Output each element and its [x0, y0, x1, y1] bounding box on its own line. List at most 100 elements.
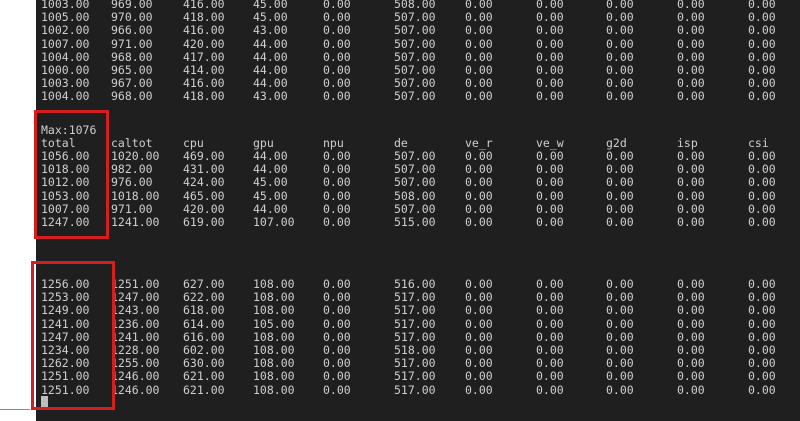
cell: 517.00	[394, 382, 436, 397]
cell: 108.00	[253, 277, 295, 291]
cell: 0.00	[748, 49, 776, 64]
cell: 0.00	[606, 23, 634, 38]
cell: 1241.00	[41, 316, 90, 331]
cell: 0.00	[606, 188, 634, 203]
cell: 982.00	[111, 162, 153, 177]
cell: 0.00	[677, 303, 705, 318]
cell: 0.00	[536, 382, 564, 397]
cell: 965.00	[111, 63, 153, 77]
cell: 616.00	[183, 329, 225, 344]
cell: 0.00	[323, 10, 351, 25]
cell: 517.00	[394, 303, 436, 318]
cell: 0.00	[748, 89, 776, 104]
cell: 0.00	[465, 303, 493, 318]
cell: 0.00	[748, 382, 776, 397]
cell: 0.00	[606, 201, 634, 216]
cell: 1247.00	[111, 290, 160, 305]
cell: 0.00	[677, 329, 705, 344]
cell: 0.00	[677, 290, 705, 305]
cell: 1020.00	[111, 149, 160, 163]
cell: 627.00	[183, 277, 225, 291]
cell: 507.00	[394, 162, 436, 177]
cell: 0.00	[323, 162, 351, 177]
cell: 108.00	[253, 303, 295, 318]
cell: 0.00	[677, 356, 705, 371]
cell: 507.00	[394, 10, 436, 25]
cell: 1002.00	[41, 23, 90, 38]
left-margin	[0, 0, 36, 421]
cell: 108.00	[253, 369, 295, 384]
cell: 0.00	[465, 63, 493, 77]
cell: 1007.00	[41, 201, 90, 216]
cell: 0.00	[677, 188, 705, 203]
cell: 465.00	[183, 188, 225, 203]
cell: 0.00	[748, 329, 776, 344]
cell: 44.00	[253, 162, 288, 177]
cell: 0.00	[465, 201, 493, 216]
cell: 0.00	[465, 49, 493, 64]
cell: 621.00	[183, 382, 225, 397]
cell: 44.00	[253, 201, 288, 216]
cell: 1246.00	[111, 382, 160, 397]
cell: 1056.00	[41, 149, 90, 163]
cell: 0.00	[606, 63, 634, 77]
cell: 622.00	[183, 290, 225, 305]
cell: 0.00	[677, 49, 705, 64]
cell: 0.00	[465, 290, 493, 305]
terminal-cursor	[41, 396, 48, 407]
cell: 0.00	[323, 36, 351, 51]
cell: 971.00	[111, 36, 153, 51]
cell: 45.00	[253, 175, 288, 190]
cell: 0.00	[536, 188, 564, 203]
cell: 0.00	[323, 188, 351, 203]
cell: 0.00	[323, 215, 351, 229]
cell: 1234.00	[41, 343, 90, 357]
cell: 0.00	[465, 382, 493, 397]
cell: 0.00	[536, 63, 564, 77]
cell: 0.00	[536, 329, 564, 344]
cell: 105.00	[253, 316, 295, 331]
cell: 1004.00	[41, 49, 90, 64]
cell: 507.00	[394, 36, 436, 51]
cell: 1012.00	[41, 175, 90, 190]
cell: 0.00	[323, 356, 351, 371]
cell: 416.00	[183, 23, 225, 38]
cell: 414.00	[183, 63, 225, 77]
cell: 0.00	[606, 89, 634, 104]
cell: 0.00	[677, 89, 705, 104]
cell: 0.00	[536, 10, 564, 25]
cell: 0.00	[748, 162, 776, 177]
cell: 0.00	[536, 316, 564, 331]
cell: 0.00	[748, 63, 776, 77]
cell: 0.00	[323, 63, 351, 77]
cell: 0.00	[323, 343, 351, 357]
cell: 0.00	[465, 76, 493, 91]
cell: 619.00	[183, 215, 225, 229]
cell: 0.00	[606, 175, 634, 190]
cell: 469.00	[183, 149, 225, 163]
cell: 44.00	[253, 76, 288, 91]
cell: 0.00	[465, 329, 493, 344]
cell: 417.00	[183, 49, 225, 64]
cell: 0.00	[323, 149, 351, 163]
cell: 0.00	[465, 36, 493, 51]
cell: 0.00	[465, 162, 493, 177]
cell: 0.00	[465, 89, 493, 104]
cell: 968.00	[111, 89, 153, 104]
cell: 0.00	[606, 303, 634, 318]
cell: 1241.00	[111, 215, 160, 229]
cell: 0.00	[748, 10, 776, 25]
cell: 0.00	[606, 277, 634, 291]
cell: 418.00	[183, 89, 225, 104]
cell: 618.00	[183, 303, 225, 318]
cell: 516.00	[394, 277, 436, 291]
cell: 108.00	[253, 356, 295, 371]
cell: 0.00	[465, 149, 493, 163]
terminal-window[interactable]: Max:1076 1003.00 969.00 416.00 45.00 0.00 508…	[36, 0, 800, 421]
cell: 0.00	[465, 277, 493, 291]
cell: 0.00	[677, 343, 705, 357]
cell: 0.00	[677, 76, 705, 91]
cell: 0.00	[677, 162, 705, 177]
cell: 1228.00	[111, 343, 160, 357]
cell: 0.00	[677, 36, 705, 51]
